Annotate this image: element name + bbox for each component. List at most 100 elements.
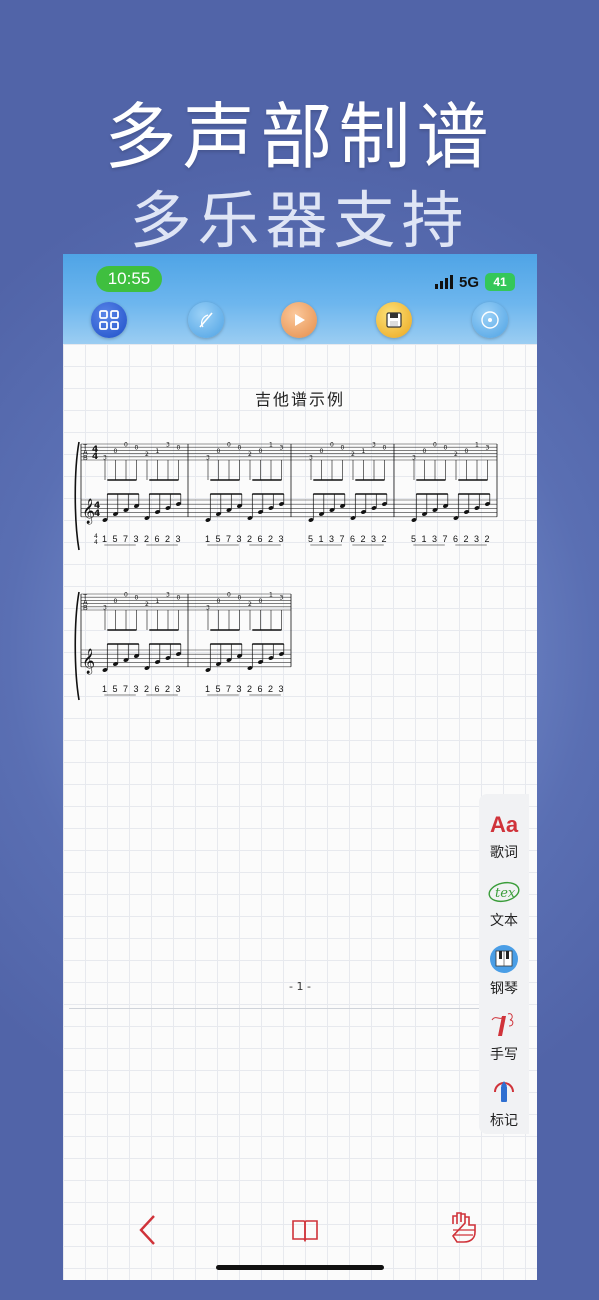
headline-secondary: 多乐器支持 [129,184,470,257]
jianpu-number: 5 [216,534,221,544]
score-title[interactable]: 吉他谱示例 [63,386,537,410]
jianpu-number: 3 [432,534,437,544]
mark-icon [494,1081,514,1102]
jianpu-number: 2 [165,684,170,694]
piano-icon [490,945,518,973]
tab-fret: 0 [114,448,118,455]
system-brace [74,441,80,551]
status-indicators: 5G 41 [434,272,515,292]
tab-fret: 1 [475,442,479,449]
piano-tool[interactable]: 钢琴 [479,944,529,998]
home-indicator[interactable] [216,1265,384,1270]
tab-fret: 2 [145,601,149,608]
tab-fret: 0 [124,442,128,449]
jianpu-number: 1 [205,534,210,544]
jianpu-number: 2 [247,684,252,694]
text-icon: tex [488,881,520,903]
handwrite-tool[interactable]: 手写 [479,1010,529,1064]
top-toolbar: 10:55 5G 41 [63,254,537,344]
tab-fret: 3 [166,592,170,599]
play-button[interactable] [281,302,317,338]
tab-fret: 0 [217,598,221,605]
jianpu-number: 7 [123,534,128,544]
book-icon[interactable] [291,1218,319,1242]
svg-text:tex: tex [495,886,516,901]
jianpu-number: 5 [216,684,221,694]
mark-label: 标记 [490,1113,518,1129]
tab-fret: 0 [135,595,139,602]
jianpu-number: 7 [443,534,448,544]
jianpu-number: 3 [474,534,479,544]
handwrite-label: 手写 [490,1047,518,1063]
jianpu-number: 5 [308,534,313,544]
tab-fret: 1 [362,448,366,455]
network-type: 5G [458,273,479,291]
tab-fret: 3 [166,442,170,449]
tab-fret: 2 [145,451,149,458]
jianpu-number: 3 [279,534,284,544]
tab-fret: 3 [486,445,490,452]
tab-fret: 2 [248,601,252,608]
jianpu-number: 3 [279,684,284,694]
tab-clef-letter: B [83,455,88,462]
jianpu-number: 1 [319,534,324,544]
jianpu-number: 6 [453,534,458,544]
hand-icon[interactable] [449,1210,479,1246]
tab-fret: 0 [227,592,231,599]
tab-fret: 0 [114,598,118,605]
disc-icon [481,311,499,329]
tab-fret: 0 [177,595,181,602]
jianpu-number: 5 [113,684,118,694]
jianpu-number: 6 [155,534,160,544]
grid-button[interactable] [91,302,127,338]
score-system-1[interactable]: TAB𝄞444444310507032216320331050703220612… [73,440,523,560]
tab-fret: 1 [269,592,273,599]
text-tool[interactable]: tex 文本 [479,878,529,930]
tuner-button[interactable] [188,302,224,338]
time-sig-bottom: 4 [94,509,100,519]
jianpu-number: 2 [464,534,469,544]
tab-fret: 0 [238,595,242,602]
back-icon[interactable] [137,1214,159,1246]
tab-fret: 2 [248,451,252,458]
side-tool-panel: Aa 歌词 tex 文本 钢琴 手写 标记 [479,794,529,1134]
tab-fret: 0 [341,445,345,452]
jianpu-number: 2 [165,534,170,544]
jianpu-number: 3 [176,534,181,544]
jianpu-number: 7 [340,534,345,544]
mark-tool[interactable]: 标记 [479,1076,529,1130]
jianpu-number: 3 [237,684,242,694]
tab-fret: 0 [423,448,427,455]
tab-fret: 0 [465,448,469,455]
tab-fret: 2 [454,451,458,458]
jianpu-number: 3 [371,534,376,544]
battery-icon: 41 [485,273,515,291]
jianpu-number: 6 [258,534,263,544]
save-button[interactable] [376,302,412,338]
tab-fret: 3 [280,445,284,452]
jianpu-number: 3 [134,534,139,544]
jianpu-number: 6 [155,684,160,694]
page-number: - 1 - [289,980,311,993]
tab-fret: 0 [320,448,324,455]
jianpu-number: 2 [268,684,273,694]
tab-fret: 3 [372,442,376,449]
jianpu-number: 2 [144,684,149,694]
tab-fret: 0 [259,448,263,455]
text-label: 文本 [490,913,518,929]
lyrics-tool[interactable]: Aa 歌词 [479,812,529,862]
phone-screen: 10:55 5G 41 吉他谱示例 T A B 𝄞 4 4 4 4 4 4 3 … [63,254,537,1280]
tab-fret: 0 [177,445,181,452]
jianpu-number: 3 [237,534,242,544]
signal-icon [434,275,453,289]
tab-fret: 1 [156,448,160,455]
headline-primary: 多声部制谱 [104,95,495,179]
score-system-2[interactable]: TAB𝄞31050703221632033105070322061233 [73,590,523,710]
disc-button[interactable] [472,302,508,338]
jianpu-number: 2 [485,534,490,544]
tab-fret: 0 [135,445,139,452]
jianpu-number: 2 [144,534,149,544]
tab-fret: 0 [444,445,448,452]
jianpu-number: 6 [350,534,355,544]
jianpu-number: 1 [422,534,427,544]
